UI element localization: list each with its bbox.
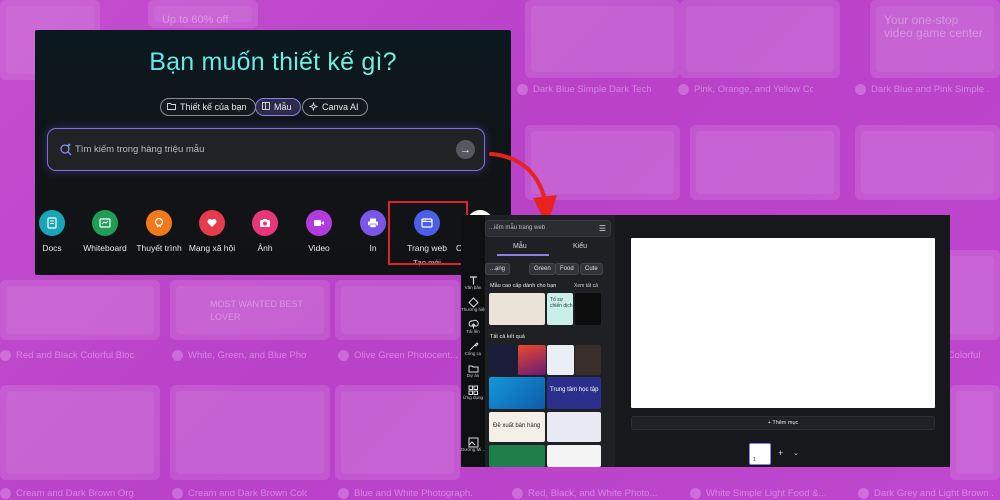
template-thumbnail[interactable] [489,445,545,467]
tab-styles[interactable]: Kiểu [573,243,587,250]
rail-item-brand[interactable]: Thương hiệu [461,295,487,312]
brand-icon [467,295,479,308]
template-thumbnail[interactable] [489,377,545,409]
pill-canva-ai[interactable]: Canva AI [302,98,368,116]
rail-label: Tải lên [466,329,480,334]
whiteboard-icon [92,210,118,236]
rail-item-projects[interactable]: Dự án [461,361,485,378]
search-sparkle-icon [59,142,73,156]
pill-label: Canva AI [322,102,359,112]
pill-label: Thiết kế của bạn [180,102,247,112]
rail-label: Ứng dụng [462,395,484,400]
canvas-area: + Thêm mục 1 + ⌄ [615,215,950,467]
tools-icon [468,339,479,351]
thumbnail-text: Đề xuất bán hàng [493,423,541,429]
arrow-right-icon: → [460,143,471,156]
rail-item-text[interactable]: Văn bản [461,273,485,290]
template-thumbnail[interactable] [489,293,545,325]
template-thumbnail[interactable] [489,345,517,375]
rail-label: Dự án [466,373,480,378]
side-rail: Văn bản Thương hiệu Tải lên Công cụ Dự á… [461,215,487,467]
pill-templates[interactable]: Mẫu [255,98,301,116]
section-all-results-title: Tất cả kết quả [490,334,525,340]
folder-icon [468,361,479,373]
upload-icon [468,317,479,329]
rail-item-uploads[interactable]: Tải lên [461,317,485,334]
filter-chip[interactable]: Food [555,263,579,275]
rail-label: Dương Mi... [461,447,485,452]
rail-item-tools[interactable]: Công cụ [461,339,485,356]
sparkle-icon [309,101,318,113]
template-search-field[interactable]: ...iếm mẫu trang web ☰ [485,220,611,237]
template-search-placeholder: ...iếm mẫu trang web [489,225,546,231]
editor-window: Văn bản Thương hiệu Tải lên Công cụ Dự á… [461,215,950,467]
heart-icon [199,210,225,236]
active-tab-indicator [497,254,549,256]
search-input[interactable] [75,141,435,158]
template-thumbnail[interactable] [575,293,601,325]
camera-icon [252,210,278,236]
rail-label: Văn bản [464,285,482,290]
template-thumbnail[interactable]: Đề xuất bán hàng [489,412,545,442]
design-page[interactable] [631,238,935,408]
filter-chip[interactable]: Green [529,263,556,275]
section-featured-title: Mẫu cao cấp dành cho bạn [490,283,557,289]
presentation-icon [146,210,172,236]
rail-item-apps[interactable]: Ứng dụng [461,383,485,400]
template-thumbnail[interactable] [547,445,601,467]
templates-panel: ...iếm mẫu trang web ☰ Mẫu Kiểu ...ạng G… [485,215,636,467]
rail-label: Thương hiệu [461,307,487,312]
pill-label: Mẫu [274,102,292,112]
chevron-down-icon[interactable]: ⌄ [793,449,799,457]
text-icon [468,273,479,285]
template-thumbnail[interactable] [518,345,546,375]
search-submit-button[interactable]: → [456,140,475,159]
apps-icon [468,383,479,395]
template-search-box[interactable]: → [47,128,485,171]
template-thumbnail[interactable] [547,345,574,375]
filter-chip[interactable]: Cute [580,263,603,275]
thumbnail-text: Trung tâm học tập [550,387,599,393]
video-icon [306,210,332,236]
website-highlight-box [388,201,468,265]
rail-label: Công cụ [464,351,482,356]
thumbnail-text: Tố sự chiến dịch [550,297,573,309]
template-thumbnail[interactable] [547,412,601,442]
template-thumbnail[interactable] [575,345,601,375]
tab-templates[interactable]: Mẫu [513,243,527,250]
filter-chip[interactable]: ...ạng [485,263,511,275]
pill-your-designs[interactable]: Thiết kế của bạn [160,98,256,116]
page-thumbnail[interactable]: 1 [749,443,771,465]
page-title: Bạn muốn thiết kế gì? [35,48,511,77]
template-thumbnail[interactable]: Trung tâm học tập [547,377,601,409]
add-icon[interactable]: + [778,448,783,458]
page-number: 1 [753,457,756,463]
image-icon [468,435,479,448]
add-page-button[interactable]: + Thêm mục [631,416,935,430]
docs-icon [39,210,65,236]
filter-icon[interactable]: ☰ [599,224,606,233]
folder-icon [167,102,176,112]
template-icon [262,102,270,112]
see-all-link[interactable]: Xem tất cả [574,283,598,289]
template-thumbnail[interactable]: Tố sự chiến dịch [547,293,573,325]
print-icon [360,210,386,236]
rail-item-image[interactable]: Dương Mi... [461,435,485,452]
canva-home-panel: Bạn muốn thiết kế gì? Thiết kế của bạn M… [35,30,511,275]
